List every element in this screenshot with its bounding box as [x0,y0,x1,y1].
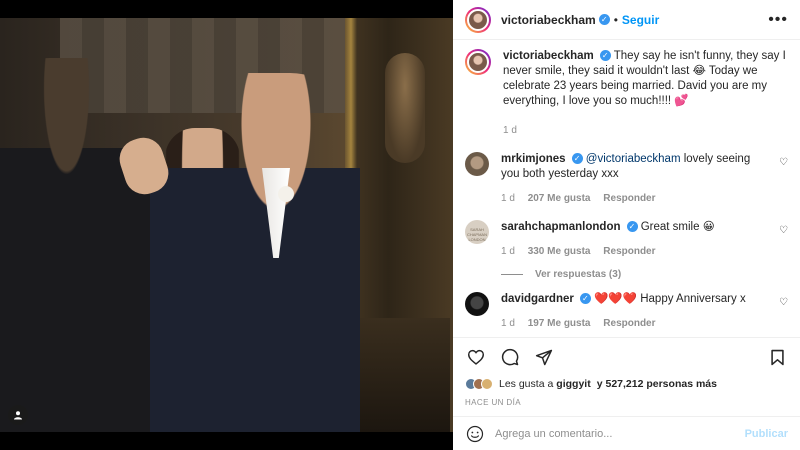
liker-username[interactable]: giggyit [556,378,590,390]
comments-list[interactable]: victoriabeckham ✓ They say he isn't funny… [453,41,800,336]
comment-time[interactable]: 1 d [501,318,515,329]
action-icons [465,346,788,368]
instagram-post: victoriabeckham ✓ • Seguir ••• victoriab… [0,0,800,450]
caption-username[interactable]: victoriabeckham [503,50,594,62]
commenter-avatar[interactable]: SARAH CHAPMAN LONDON [465,220,489,244]
publish-button[interactable]: Publicar [745,428,788,440]
likes-count[interactable]: y 527,212 personas más [597,378,717,390]
post-actions: Les gusta a giggyit y 527,212 personas m… [453,337,800,407]
comment-input[interactable] [495,427,745,440]
caption-avatar[interactable] [465,49,491,75]
comment-bubble-icon[interactable] [499,346,521,368]
view-replies-button[interactable]: Ver respuestas (3) [501,269,788,280]
author-avatar[interactable] [465,6,491,33]
likes-summary[interactable]: Les gusta a giggyit y 527,212 personas m… [465,378,788,390]
author-username[interactable]: victoriabeckham [501,13,596,27]
view-replies-label: Ver respuestas (3) [535,269,622,280]
photo-person-left [0,58,160,432]
comment-text: Happy Anniversary x [640,293,746,305]
like-heart-icon[interactable] [465,346,487,368]
verified-icon: ✓ [599,50,611,62]
verified-icon: ✓ [579,293,591,305]
photo-person-man [150,73,360,432]
more-options-icon[interactable]: ••• [768,11,788,29]
comment-likes[interactable]: 207 Me gusta [528,193,591,204]
follow-button[interactable]: Seguir [622,13,659,27]
commenter-username[interactable]: sarahchapmanlondon [501,221,621,233]
share-send-icon[interactable] [533,346,555,368]
comment-hearts: ❤️❤️❤️ [594,293,638,305]
mention-link[interactable]: @victoriabeckham [586,153,681,165]
comment-item: davidgardner ✓ ❤️❤️❤️ Happy Anniversary x… [465,292,788,331]
caption-time[interactable]: 1 d [503,125,517,136]
like-comment-icon[interactable]: ♡ [779,297,788,308]
reply-button[interactable]: Responder [603,193,655,204]
comment-item: mrkimjones ✓ @victoriabeckham lovely seei… [465,152,788,206]
replies-line [501,274,523,275]
post-time-ago[interactable]: HACE UN DÍA [465,398,788,407]
like-comment-icon[interactable]: ♡ [779,225,788,236]
tagged-users-icon[interactable] [8,405,28,425]
verified-icon: ✓ [571,153,583,165]
emoji-icon[interactable] [465,424,485,444]
post-header: victoriabeckham ✓ • Seguir ••• [453,0,800,40]
commenter-username[interactable]: mrkimjones [501,153,566,165]
add-comment-bar: Publicar [453,416,800,450]
commenter-username[interactable]: davidgardner [501,293,574,305]
photo-portrait [385,53,425,163]
commenter-avatar[interactable] [465,152,489,176]
photo-boutonniere [278,186,294,202]
separator-dot: • [613,12,618,27]
verified-icon: ✓ [598,14,610,25]
post-photo[interactable] [0,0,453,450]
bookmark-icon[interactable] [766,346,788,368]
likers-avatars [465,378,493,390]
caption: victoriabeckham ✓ They say he isn't funny… [465,49,788,138]
reply-button[interactable]: Responder [603,246,655,257]
post-image [0,18,453,432]
avatar-logo-text: SARAH CHAPMAN LONDON [466,227,487,242]
post-side-panel: victoriabeckham ✓ • Seguir ••• victoriab… [453,0,800,450]
likes-prefix: Les gusta a [499,378,554,390]
reply-button[interactable]: Responder [603,318,655,329]
comment-likes[interactable]: 330 Me gusta [528,246,591,257]
comment-time[interactable]: 1 d [501,193,515,204]
comment-time[interactable]: 1 d [501,246,515,257]
verified-icon: ✓ [626,221,638,233]
commenter-avatar[interactable] [465,292,489,316]
comment-text: Great smile 😀 [640,221,715,233]
comment-item: SARAH CHAPMAN LONDON sarahchapmanlondon ✓… [465,220,788,259]
comment-likes[interactable]: 197 Me gusta [528,318,591,329]
like-comment-icon[interactable]: ♡ [779,157,788,168]
